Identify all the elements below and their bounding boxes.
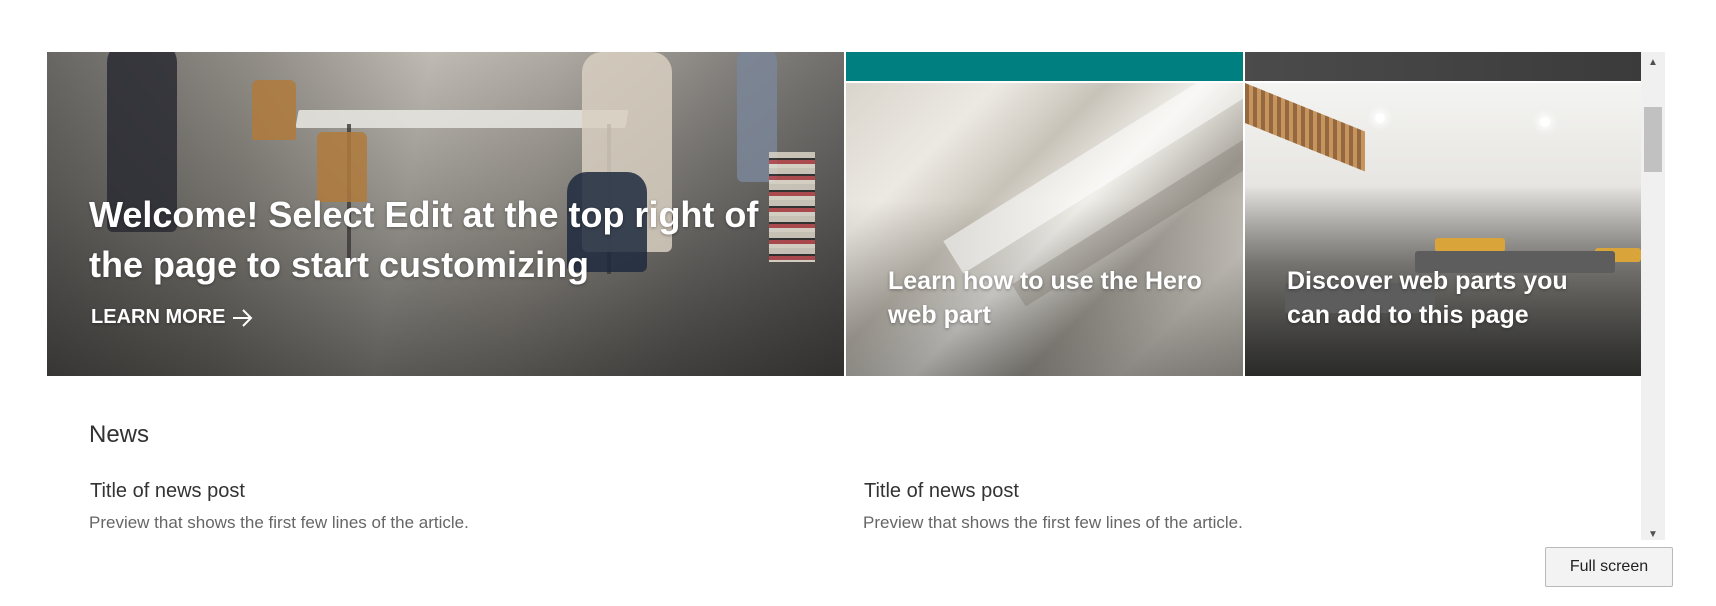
vertical-scrollbar[interactable]: ▲ ▼ xyxy=(1641,52,1665,540)
lobby-cushion-image xyxy=(1435,238,1505,252)
scrollbar-thumb[interactable] xyxy=(1644,107,1662,172)
page-preview-frame: Welcome! Select Edit at the top right of… xyxy=(47,52,1665,540)
news-item[interactable]: Title of news post Preview that shows th… xyxy=(89,480,689,533)
hero-tile-web-parts[interactable]: Discover web parts you can add to this p… xyxy=(1245,83,1641,376)
news-post-title[interactable]: Title of news post xyxy=(90,480,689,503)
lobby-light-image xyxy=(1540,117,1550,127)
news-post-title[interactable]: Title of news post xyxy=(864,480,1463,503)
lobby-light-image xyxy=(1375,113,1385,123)
hero-main-title[interactable]: Welcome! Select Edit at the top right of… xyxy=(89,190,779,290)
hero-tile-title[interactable]: Learn how to use the Hero web part xyxy=(888,264,1218,332)
triangle-up-icon[interactable]: ▲ xyxy=(1641,52,1665,72)
hero-tile-hero-web-part[interactable]: Learn how to use the Hero web part xyxy=(846,83,1243,376)
lobby-ceiling-image xyxy=(1245,83,1365,172)
arrow-right-icon xyxy=(233,308,253,327)
news-heading: News xyxy=(89,421,150,448)
hero-tile-title[interactable]: Discover web parts you can add to this p… xyxy=(1287,264,1617,332)
scene-table-image xyxy=(295,110,629,128)
news-post-preview: Preview that shows the first few lines o… xyxy=(863,513,1243,532)
hero-tile-dark-strip[interactable] xyxy=(1245,52,1641,81)
full-screen-button[interactable]: Full screen xyxy=(1545,547,1673,587)
hero-main-tile[interactable]: Welcome! Select Edit at the top right of… xyxy=(47,52,844,376)
learn-more-label: LEARN MORE xyxy=(91,306,226,328)
news-post-preview: Preview that shows the first few lines o… xyxy=(89,513,469,532)
hero-tile-teal-strip[interactable] xyxy=(846,52,1243,81)
triangle-down-icon[interactable]: ▼ xyxy=(1641,524,1665,540)
news-item[interactable]: Title of news post Preview that shows th… xyxy=(863,480,1463,533)
learn-more-link[interactable]: LEARN MORE xyxy=(91,306,253,329)
scene-chair-image xyxy=(252,80,296,140)
hero-web-part: Welcome! Select Edit at the top right of… xyxy=(47,52,1641,376)
